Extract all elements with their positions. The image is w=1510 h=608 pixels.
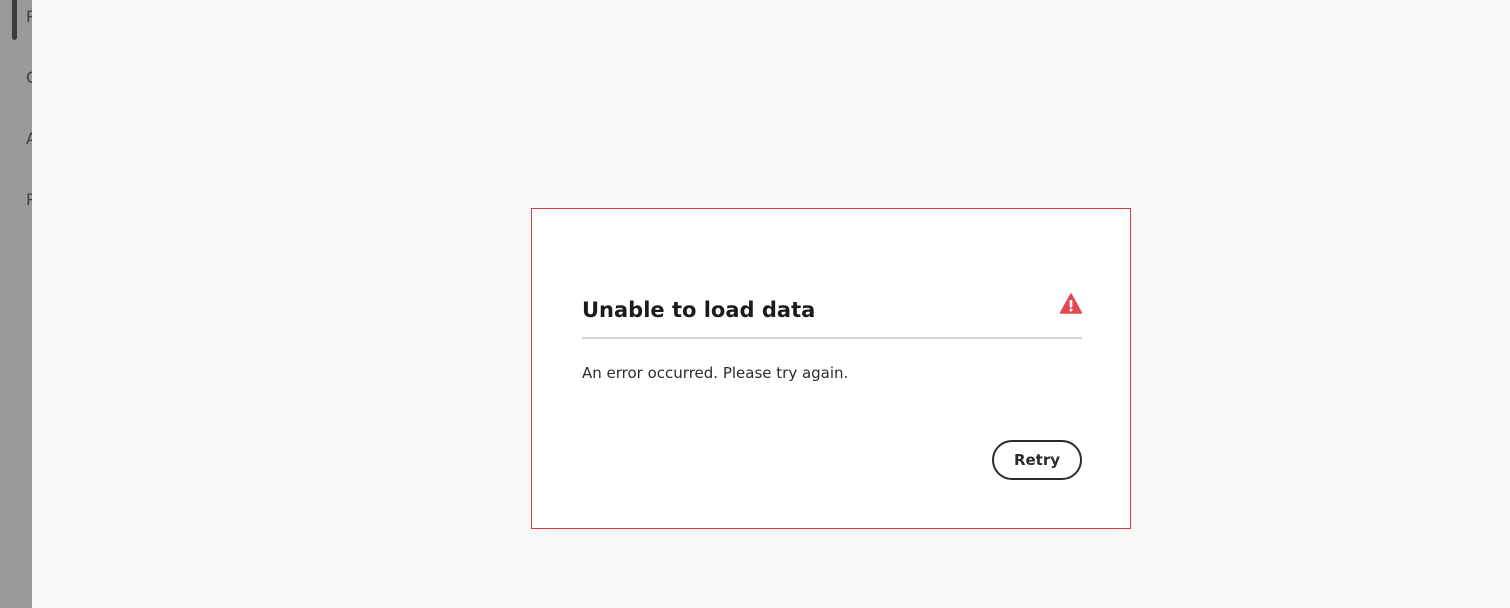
dialog-header: Unable to load data (582, 293, 1082, 339)
error-dialog: Unable to load data An error occurred. P… (531, 208, 1131, 529)
alert-icon (1060, 293, 1082, 314)
side-rail: P C A P (0, 0, 32, 608)
page: P C A P Unable to load data An error occ… (0, 0, 1510, 608)
rail-selection-indicator (12, 0, 17, 40)
dialog-message: An error occurred. Please try again. (582, 364, 849, 382)
retry-button[interactable]: Retry (992, 440, 1082, 480)
dialog-title: Unable to load data (582, 298, 816, 322)
